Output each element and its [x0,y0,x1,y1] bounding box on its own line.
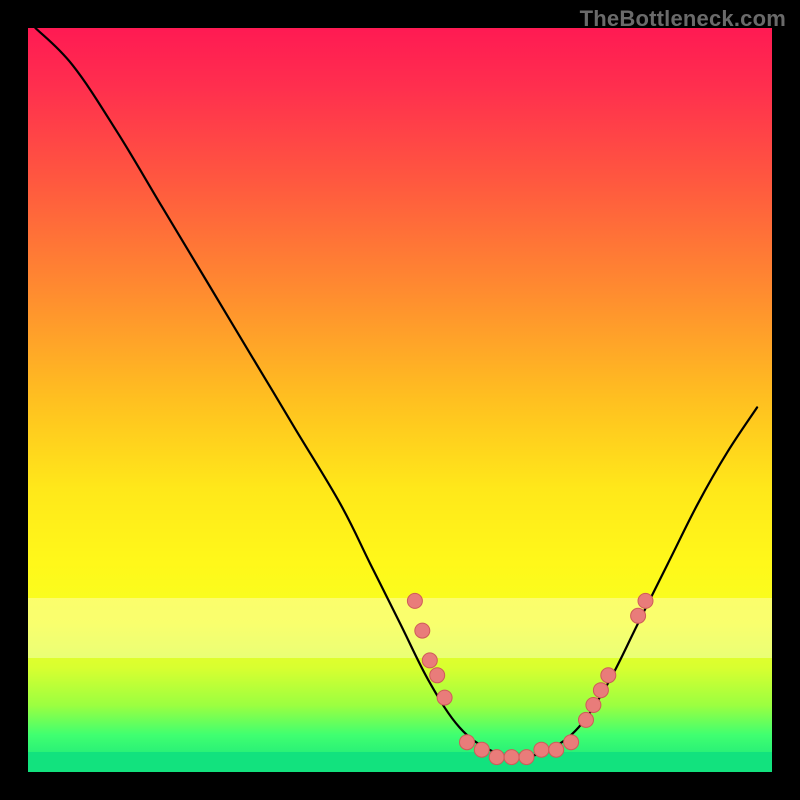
data-dot [631,608,646,623]
data-dot [437,690,452,705]
bottleneck-curve [35,28,757,757]
data-dot [638,593,653,608]
data-dot [601,668,616,683]
data-dot [549,742,564,757]
data-dot [564,735,579,750]
data-dot [422,653,437,668]
data-dot [586,698,601,713]
curve-line [35,28,757,757]
chart-svg [28,28,772,772]
data-dot [489,750,504,765]
data-dot [534,742,549,757]
data-dot [430,668,445,683]
data-dot [474,742,489,757]
data-dot [519,750,534,765]
chart-stage: TheBottleneck.com [0,0,800,800]
data-dot [407,593,422,608]
plot-area [28,28,772,772]
data-dots [407,593,653,764]
data-dot [593,683,608,698]
data-dot [415,623,430,638]
data-dot [460,735,475,750]
data-dot [504,750,519,765]
data-dot [579,712,594,727]
